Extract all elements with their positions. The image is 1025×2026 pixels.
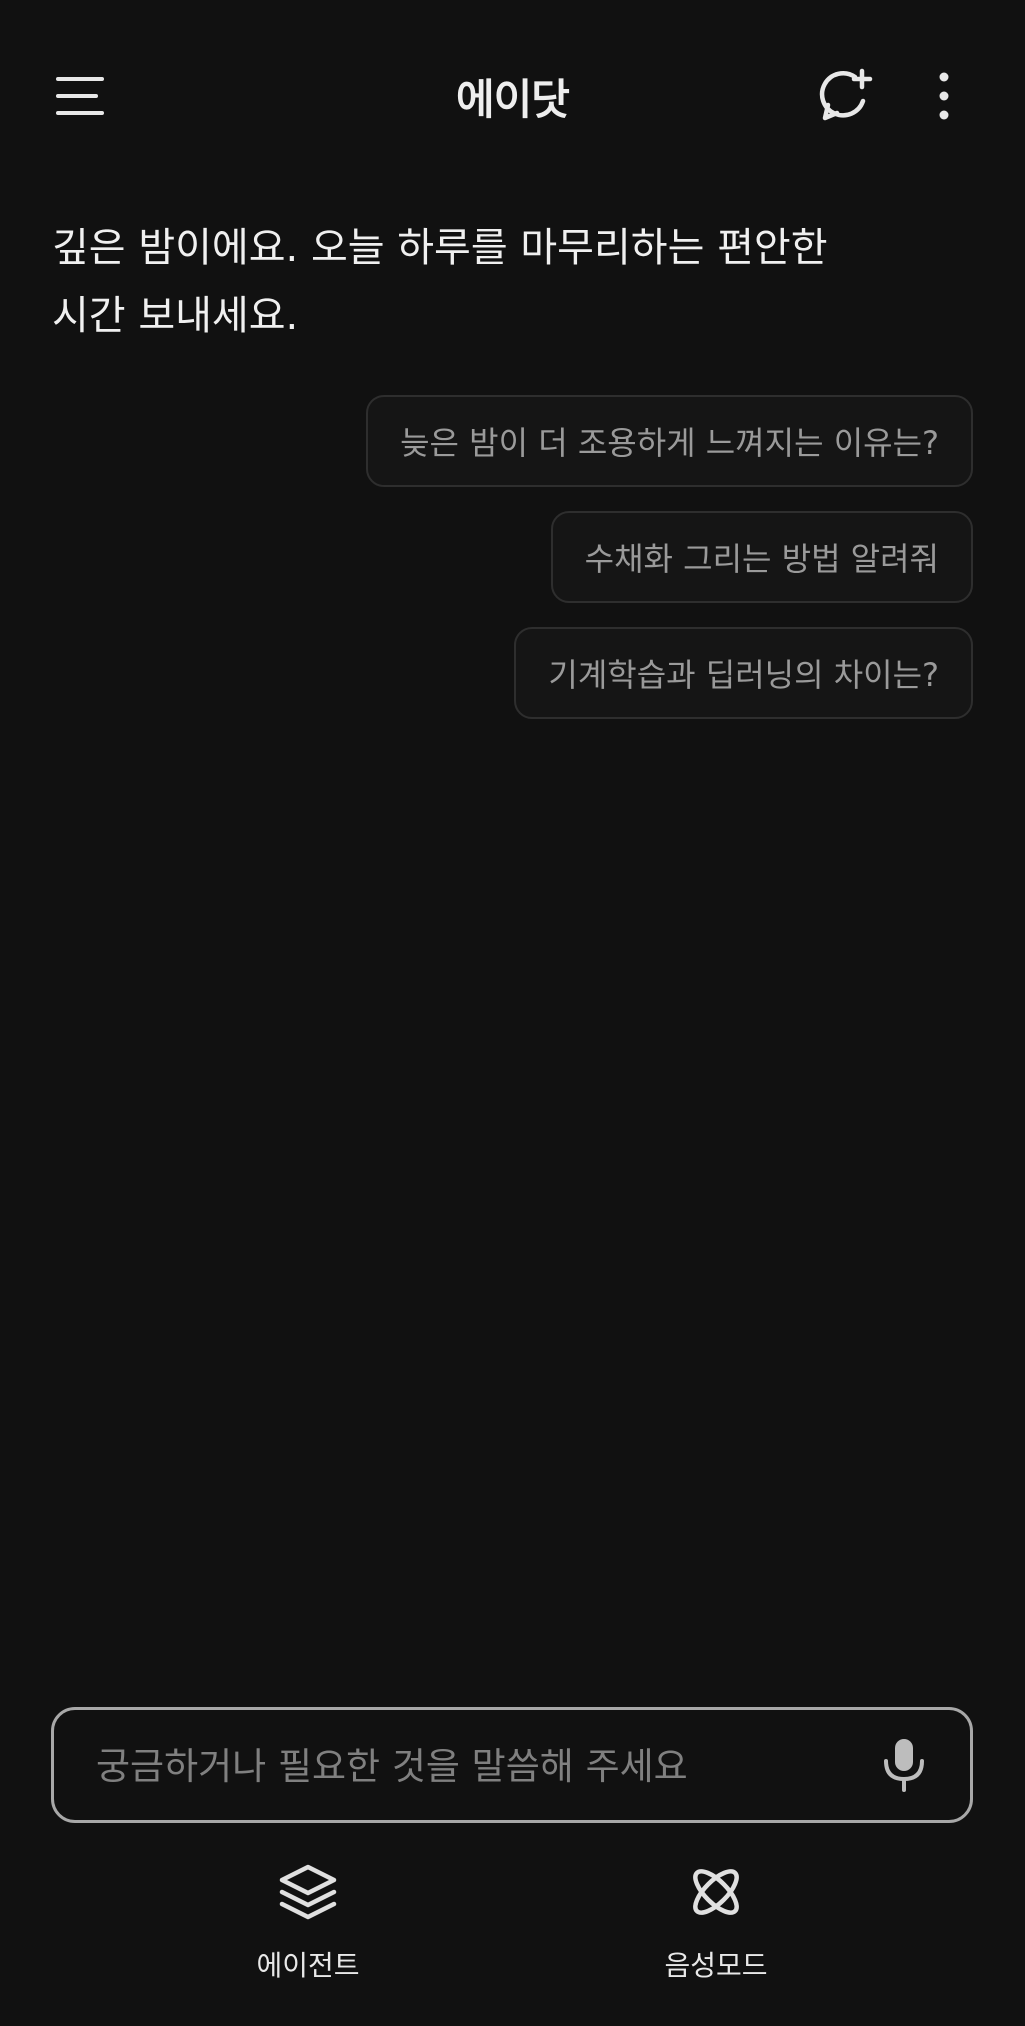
new-chat-button[interactable]: [806, 56, 886, 136]
message-input-box: [51, 1707, 973, 1823]
more-vertical-icon: [939, 72, 949, 120]
orbit-icon: [684, 1860, 748, 1924]
bottom-action-bar: 에이전트 음성모드: [0, 1860, 1025, 2000]
message-input[interactable]: [94, 1710, 858, 1822]
more-options-button[interactable]: [904, 56, 984, 136]
layers-icon: [276, 1860, 340, 1924]
new-chat-icon: [819, 68, 873, 121]
app-header: 에이닷: [0, 0, 1025, 190]
suggestion-chip[interactable]: 늦은 밤이 더 조용하게 느껴지는 이유는?: [366, 395, 973, 487]
voice-mode-button[interactable]: 음성모드: [616, 1860, 816, 1990]
suggestion-list: 늦은 밤이 더 조용하게 느껴지는 이유는? 수채화 그리는 방법 알려줘 기계…: [366, 395, 973, 719]
microphone-icon: [884, 1739, 924, 1792]
agent-label: 에이전트: [256, 1949, 360, 1982]
suggestion-chip[interactable]: 기계학습과 딥러닝의 차이는?: [514, 627, 973, 719]
greeting-line-2: 시간 보내세요.: [52, 293, 299, 339]
voice-mode-label: 음성모드: [664, 1949, 768, 1982]
greeting-line-1: 깊은 밤이에요. 오늘 하루를 마무리하는 편안한: [52, 225, 828, 271]
greeting-message: 깊은 밤이에요. 오늘 하루를 마무리하는 편안한 시간 보내세요.: [52, 214, 932, 350]
suggestion-chip[interactable]: 수채화 그리는 방법 알려줘: [550, 511, 973, 603]
voice-input-button[interactable]: [874, 1735, 934, 1795]
agent-button[interactable]: 에이전트: [208, 1860, 408, 1990]
